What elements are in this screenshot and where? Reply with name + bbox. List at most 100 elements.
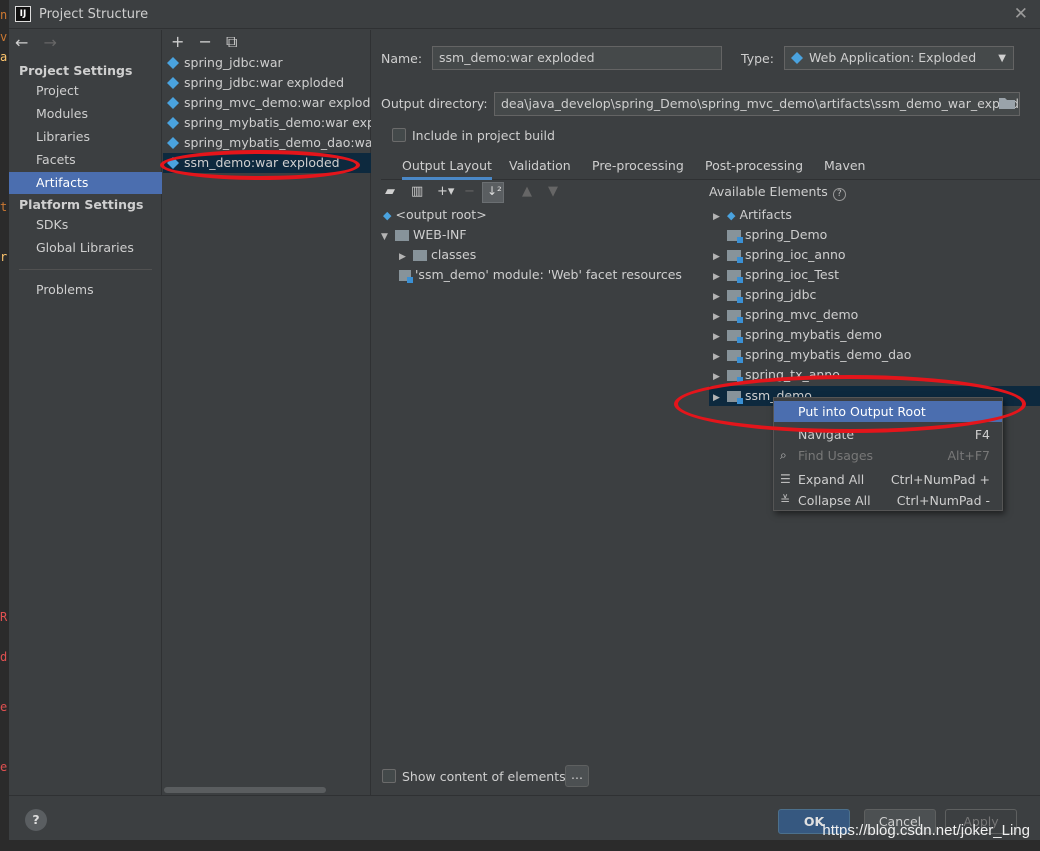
type-select[interactable]: Web Application: Exploded ▼ xyxy=(784,46,1014,70)
menu-item-put-into-output-root[interactable]: Put into Output Root xyxy=(774,401,1002,422)
output-directory-label: Output directory: xyxy=(381,96,488,111)
output-directory-field[interactable]: dea\java_develop\spring_Demo\spring_mvc_… xyxy=(494,92,1020,116)
include-in-build-label: Include in project build xyxy=(412,128,555,143)
menu-item-find-usages[interactable]: ⌕ Find Usages Alt+F7 xyxy=(774,445,1002,466)
help-icon[interactable]: ? xyxy=(832,188,846,201)
sidebar-item-global-libraries[interactable]: Global Libraries xyxy=(9,237,162,259)
title-bar: IJ Project Structure ✕ xyxy=(9,0,1040,29)
remove-artifact-icon[interactable]: − xyxy=(199,32,212,51)
artifact-item[interactable]: spring_jdbc:war exploded xyxy=(163,73,371,93)
available-item[interactable]: ▶ spring_mvc_demo xyxy=(713,305,858,325)
new-folder-icon[interactable]: ▰ xyxy=(385,184,395,199)
chevron-right-icon[interactable]: ▶ xyxy=(713,327,727,347)
module-icon xyxy=(727,391,743,404)
context-menu: Put into Output Root Navigate F4 ⌕ Find U… xyxy=(773,397,1003,511)
tab-maven[interactable]: Maven xyxy=(824,158,865,173)
artifact-item[interactable]: spring_mybatis_demo_dao:war exploded xyxy=(163,133,371,153)
archive-icon[interactable]: ▥ xyxy=(411,184,423,199)
chevron-right-icon[interactable]: ▶ xyxy=(713,347,727,367)
tab-validation[interactable]: Validation xyxy=(509,158,571,173)
module-icon xyxy=(727,290,743,303)
menu-item-collapse-all[interactable]: ≚ Collapse All Ctrl+NumPad - xyxy=(774,490,1002,511)
artifact-icon xyxy=(167,57,179,69)
chevron-right-icon[interactable]: ▶ xyxy=(713,267,727,287)
sidebar-item-facets[interactable]: Facets xyxy=(9,149,162,171)
chevron-right-icon[interactable]: ▶ xyxy=(713,207,727,227)
type-label: Type: xyxy=(741,51,774,66)
remove-icon[interactable]: − xyxy=(464,184,475,199)
web-facet-icon xyxy=(399,270,413,283)
sidebar-item-problems[interactable]: Problems xyxy=(9,279,162,301)
sidebar-item-modules[interactable]: Modules xyxy=(9,103,162,125)
sidebar-item-sdks[interactable]: SDKs xyxy=(9,214,162,236)
artifact-item[interactable]: spring_jdbc:war xyxy=(163,53,371,73)
background-editor-strip: n v a t r R d e e xyxy=(0,0,8,851)
menu-item-navigate[interactable]: Navigate F4 xyxy=(774,424,1002,445)
tree-classes[interactable]: ▶ classes xyxy=(399,245,476,265)
tree-facet-resources[interactable]: 'ssm_demo' module: 'Web' facet resources xyxy=(399,265,682,285)
available-elements-header: Available Elements? xyxy=(709,184,846,201)
tab-pre-processing[interactable]: Pre-processing xyxy=(592,158,684,173)
artifact-name-field[interactable]: ssm_demo:war exploded xyxy=(432,46,722,70)
sort-icon[interactable]: ↓² xyxy=(482,182,504,203)
intellij-icon: IJ xyxy=(15,6,31,22)
history-nav: ← → xyxy=(15,33,67,52)
available-item[interactable]: ▶ ◆ Artifacts xyxy=(713,205,792,225)
available-item[interactable]: ▶ spring_ioc_anno xyxy=(713,245,846,265)
chevron-right-icon[interactable]: ▶ xyxy=(713,367,727,387)
folder-icon[interactable] xyxy=(999,96,1015,110)
artifact-icon xyxy=(167,157,179,169)
project-settings-heading: Project Settings xyxy=(19,63,133,78)
module-icon xyxy=(727,230,743,243)
artifact-icon xyxy=(791,52,803,64)
chevron-right-icon[interactable]: ▶ xyxy=(713,307,727,327)
show-content-checkbox[interactable] xyxy=(382,769,396,783)
sidebar-item-project[interactable]: Project xyxy=(9,80,162,102)
chevron-right-icon[interactable]: ▶ xyxy=(713,247,727,267)
available-item[interactable]: ▶ spring_mybatis_demo xyxy=(713,325,882,345)
add-copy-icon[interactable]: +▾ xyxy=(437,184,454,199)
help-button[interactable]: ? xyxy=(25,809,47,831)
settings-sidebar: ← → Project Settings Project Modules Lib… xyxy=(9,30,162,795)
artifact-item-selected[interactable]: ssm_demo:war exploded xyxy=(163,153,371,173)
available-item[interactable]: ▶ spring_tx_anno xyxy=(713,365,840,385)
more-options-button[interactable]: ... xyxy=(565,765,589,787)
available-item[interactable]: ▶ spring_jdbc xyxy=(713,285,816,305)
chevron-right-icon[interactable]: ▶ xyxy=(713,287,727,307)
folder-icon xyxy=(395,230,409,241)
editor-tabs: Output Layout Validation Pre-processing … xyxy=(381,154,1040,180)
artifact-icon xyxy=(167,97,179,109)
artifact-item[interactable]: spring_mybatis_demo:war exploded xyxy=(163,113,371,133)
expand-all-icon: ☰ xyxy=(780,472,791,486)
copy-artifact-icon[interactable]: ⧉ xyxy=(226,32,237,51)
module-icon xyxy=(727,330,743,343)
available-item[interactable]: spring_Demo xyxy=(727,225,827,245)
chevron-down-icon: ▼ xyxy=(998,53,1006,64)
available-item[interactable]: ▶ spring_mybatis_demo_dao xyxy=(713,345,911,365)
available-item[interactable]: ▶ spring_ioc_Test xyxy=(713,265,839,285)
artifact-item[interactable]: spring_mvc_demo:war exploded xyxy=(163,93,371,113)
chevron-down-icon[interactable]: ▼ xyxy=(381,227,395,247)
tab-output-layout[interactable]: Output Layout xyxy=(402,158,492,180)
sidebar-item-artifacts[interactable]: Artifacts xyxy=(9,172,162,194)
move-up-icon[interactable]: ▲ xyxy=(522,184,532,199)
chevron-right-icon[interactable]: ▶ xyxy=(399,247,413,267)
sidebar-divider xyxy=(19,269,152,270)
sidebar-item-libraries[interactable]: Libraries xyxy=(9,126,162,148)
tree-output-root[interactable]: ◆ <output root> xyxy=(383,205,487,225)
artifact-icon xyxy=(167,77,179,89)
name-label: Name: xyxy=(381,51,423,66)
tree-web-inf[interactable]: ▼ WEB-INF xyxy=(381,225,467,245)
move-down-icon[interactable]: ▼ xyxy=(548,184,558,199)
add-artifact-icon[interactable]: + xyxy=(171,32,184,51)
module-icon xyxy=(727,350,743,363)
forward-arrow-icon[interactable]: → xyxy=(44,33,57,52)
tab-post-processing[interactable]: Post-processing xyxy=(705,158,803,173)
horizontal-scrollbar[interactable] xyxy=(164,787,326,793)
back-arrow-icon[interactable]: ← xyxy=(15,33,28,52)
artifact-icon: ◆ xyxy=(727,209,736,222)
menu-item-expand-all[interactable]: ☰ Expand All Ctrl+NumPad + xyxy=(774,469,1002,490)
close-icon[interactable]: ✕ xyxy=(1014,4,1028,24)
include-in-build-checkbox[interactable] xyxy=(392,128,406,142)
chevron-right-icon[interactable]: ▶ xyxy=(713,388,727,408)
